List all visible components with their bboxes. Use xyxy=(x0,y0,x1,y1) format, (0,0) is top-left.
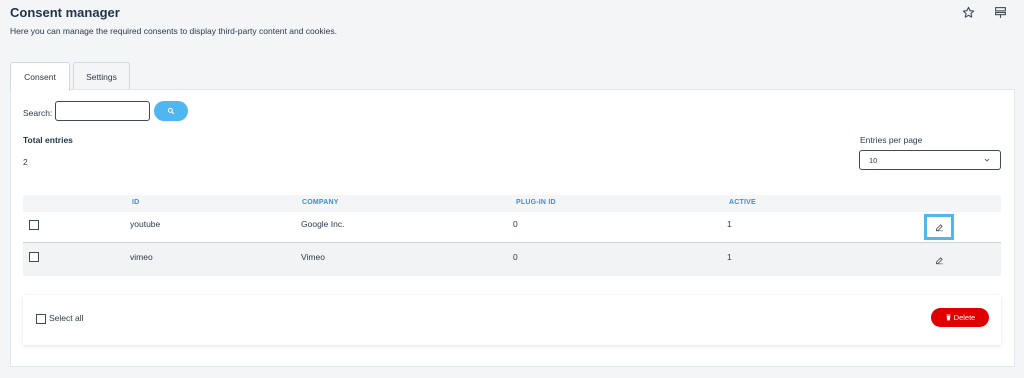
table-row xyxy=(23,212,1001,243)
delete-button[interactable]: Delete xyxy=(931,308,989,327)
bulk-actions-bar xyxy=(23,295,1001,345)
row-checkbox[interactable] xyxy=(29,220,39,230)
tab-settings[interactable]: Settings xyxy=(73,62,130,90)
row-checkbox[interactable] xyxy=(29,252,39,262)
edit-icon xyxy=(935,256,943,264)
cell-company: Vimeo xyxy=(301,252,325,262)
cell-id: youtube xyxy=(130,219,161,229)
cell-active: 1 xyxy=(727,252,732,262)
search-label: Search: xyxy=(23,108,53,118)
page-description: Here you can manage the required consent… xyxy=(10,26,337,36)
edit-button[interactable] xyxy=(924,214,954,240)
tab-consent[interactable]: Consent xyxy=(10,62,70,91)
search-input[interactable] xyxy=(55,101,150,121)
select-all-checkbox[interactable] xyxy=(36,314,46,324)
total-entries-label: Total entries xyxy=(23,135,73,145)
trash-icon xyxy=(946,314,951,321)
entries-per-page-label: Entries per page xyxy=(860,135,923,145)
total-entries-value: 2 xyxy=(23,157,28,167)
cell-plugin-id: 0 xyxy=(513,252,518,262)
table-header xyxy=(23,195,1001,212)
table-row xyxy=(23,243,1001,276)
edit-button[interactable] xyxy=(924,247,954,273)
sliders-icon[interactable] xyxy=(992,4,1008,20)
star-icon[interactable] xyxy=(960,4,976,20)
delete-button-label: Delete xyxy=(953,313,976,322)
cell-company: Google Inc. xyxy=(301,219,345,229)
cell-active: 1 xyxy=(727,219,732,229)
entries-per-page-value: 10 xyxy=(869,155,878,165)
chevron-down-icon xyxy=(984,158,990,162)
cell-id: vimeo xyxy=(130,252,153,262)
column-header-active[interactable]: ACTIVE xyxy=(729,199,756,206)
page-title: Consent manager xyxy=(10,5,120,20)
column-header-id[interactable]: ID xyxy=(132,199,139,206)
edit-icon xyxy=(935,223,943,231)
entries-per-page-select[interactable]: 10 xyxy=(859,150,1001,170)
column-header-company[interactable]: COMPANY xyxy=(302,199,339,206)
cell-plugin-id: 0 xyxy=(513,219,518,229)
search-icon xyxy=(167,107,175,115)
column-header-plugin-id[interactable]: PLUG-IN ID xyxy=(516,199,556,206)
select-all-label[interactable]: Select all xyxy=(49,313,84,323)
search-button[interactable] xyxy=(154,101,188,121)
